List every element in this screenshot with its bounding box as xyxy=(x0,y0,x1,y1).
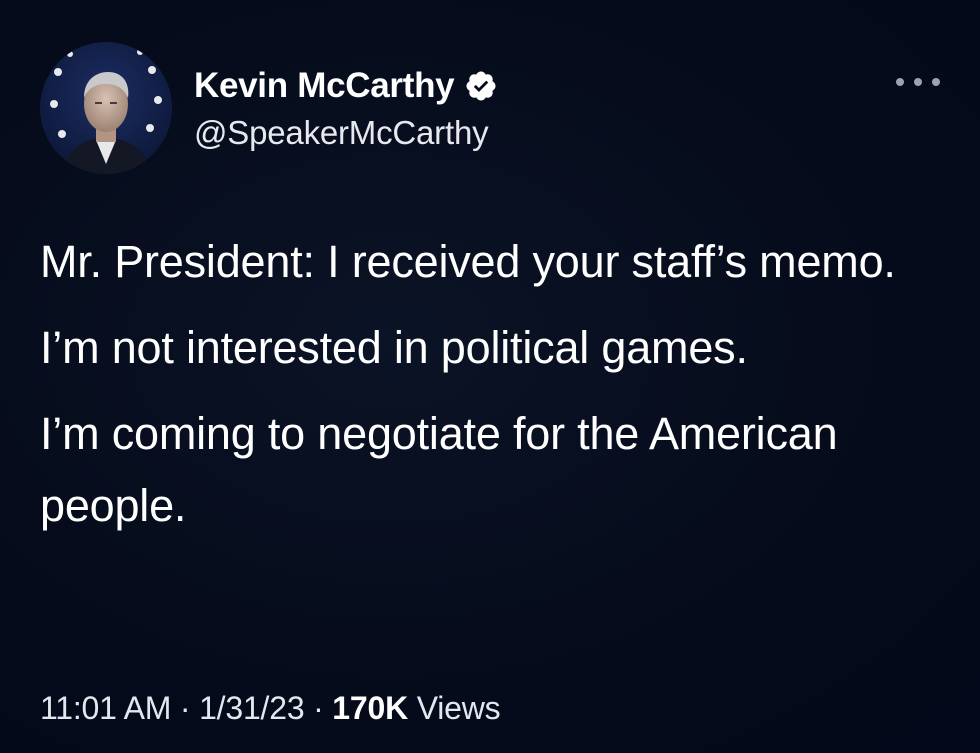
meta-separator: · xyxy=(304,690,333,726)
tweet-date[interactable]: 1/31/23 xyxy=(199,690,305,726)
more-horizontal-icon[interactable] xyxy=(896,70,940,94)
avatar-image xyxy=(40,42,172,174)
handle[interactable]: @SpeakerMcCarthy xyxy=(194,114,498,152)
more-dot xyxy=(932,78,940,86)
verified-badge-icon xyxy=(464,69,498,103)
tweet-header: Kevin McCarthy @SpeakerMcCarthy xyxy=(40,42,940,174)
tweet-paragraph: I’m coming to negotiate for the American… xyxy=(40,408,838,531)
tweet-time[interactable]: 11:01 AM xyxy=(40,690,171,726)
meta-separator: · xyxy=(171,690,200,726)
views-count[interactable]: 170K xyxy=(332,690,408,726)
more-dot xyxy=(896,78,904,86)
views-label: Views xyxy=(408,690,501,726)
tweet-paragraph: I’m not interested in political games. xyxy=(40,322,748,373)
display-name-row: Kevin McCarthy xyxy=(194,64,498,108)
avatar[interactable] xyxy=(40,42,172,174)
display-name[interactable]: Kevin McCarthy xyxy=(194,66,455,106)
tweet-card: Kevin McCarthy @SpeakerMcCarthy Mr. Pres… xyxy=(0,0,980,753)
author-names: Kevin McCarthy @SpeakerMcCarthy xyxy=(194,64,498,152)
tweet-meta: 11:01 AM · 1/31/23 · 170K Views xyxy=(40,690,501,727)
tweet-paragraph: Mr. President: I received your staff’s m… xyxy=(40,236,896,287)
tweet-text: Mr. President: I received your staff’s m… xyxy=(40,226,940,556)
more-dot xyxy=(914,78,922,86)
